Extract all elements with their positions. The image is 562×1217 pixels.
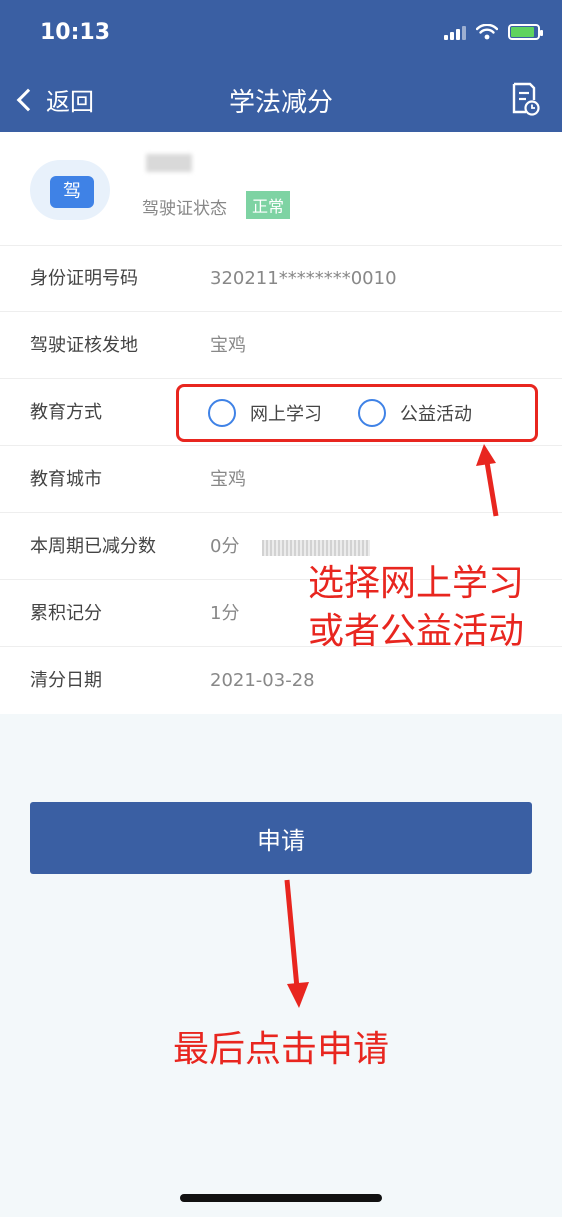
apply-button[interactable]: 申请 [30, 802, 532, 874]
home-indicator[interactable] [180, 1194, 382, 1202]
annotation-line: 或者公益活动 [308, 611, 525, 652]
annotation-line: 选择网上学习 [308, 563, 525, 604]
annotation-choose-method: 选择网上学习 或者公益活动 [308, 560, 524, 656]
annotation-arrow-up [476, 444, 499, 517]
annotation-arrow-down [284, 879, 309, 1008]
annotation-final-step: 最后点击申请 [172, 1029, 389, 1070]
